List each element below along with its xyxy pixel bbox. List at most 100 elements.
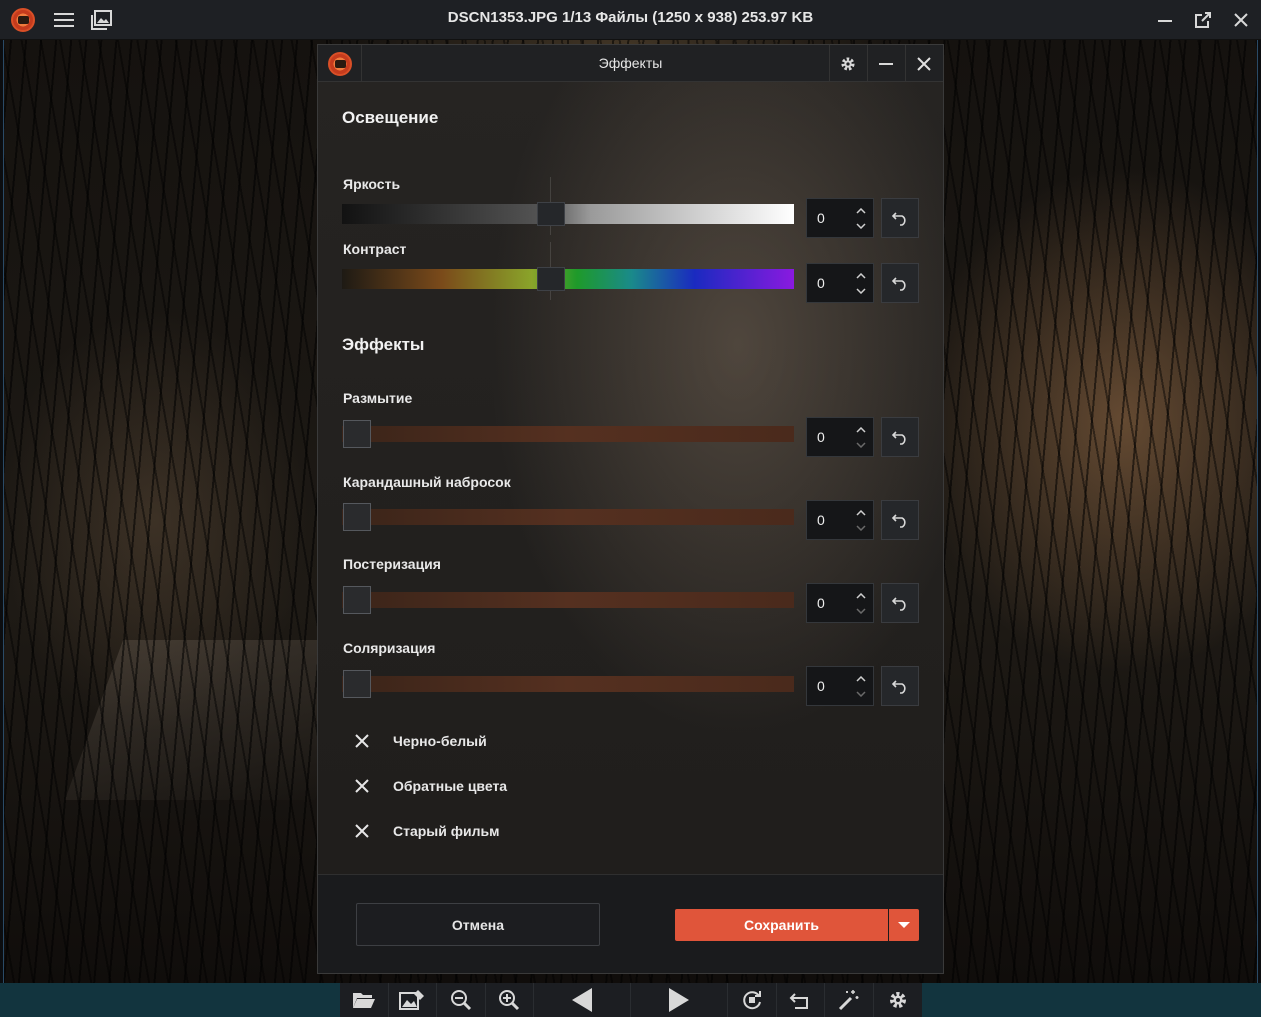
blur-reset-button[interactable]: [881, 417, 919, 457]
menu-button[interactable]: [45, 0, 83, 40]
app-logo: [11, 8, 35, 32]
next-button[interactable]: [631, 983, 728, 1017]
pencil-sketch-reset-button[interactable]: [881, 500, 919, 540]
contrast-slider-thumb[interactable]: [537, 267, 565, 291]
reset-icon: [891, 431, 906, 445]
posterize-value: 0: [817, 595, 825, 611]
solarize-slider-track[interactable]: [342, 676, 794, 692]
increment-icon[interactable]: [855, 673, 867, 685]
black-white-label: Черно-белый: [393, 733, 487, 749]
previous-button[interactable]: [534, 983, 631, 1017]
chevron-down-icon: [898, 922, 910, 928]
blur-value: 0: [817, 429, 825, 445]
undo-button[interactable]: [777, 983, 825, 1017]
brightness-spinbox[interactable]: 0: [806, 198, 874, 238]
dialog-header: Эффекты: [318, 45, 943, 82]
open-external-button[interactable]: [1184, 0, 1222, 40]
dialog-minimize-button[interactable]: [867, 45, 904, 82]
reset-icon: [891, 277, 906, 291]
increment-icon[interactable]: [855, 507, 867, 519]
decrement-icon[interactable]: [855, 285, 867, 297]
open-folder-button[interactable]: [340, 983, 389, 1017]
minimize-button[interactable]: [1146, 0, 1184, 40]
blur-slider-thumb[interactable]: [343, 420, 371, 448]
lighting-section-title: Освещение: [342, 108, 439, 127]
dialog-footer: Отмена Сохранить: [318, 874, 943, 973]
zoom-in-button[interactable]: [486, 983, 534, 1017]
undo-icon: [789, 993, 809, 1009]
contrast-value: 0: [817, 275, 825, 291]
solarize-reset-button[interactable]: [881, 666, 919, 706]
contrast-slider-track[interactable]: [342, 269, 794, 289]
effects-dialog: Эффекты Освещение Яркость 0 Контраст 0 Э…: [317, 44, 944, 974]
black-white-toggle[interactable]: Черно-белый: [346, 726, 487, 756]
blur-label: Размытие: [343, 390, 413, 406]
invert-colors-toggle[interactable]: Обратные цвета: [346, 771, 507, 801]
dialog-settings-button[interactable]: [829, 45, 866, 82]
pencil-sketch-slider-track[interactable]: [342, 509, 794, 525]
increment-icon[interactable]: [855, 424, 867, 436]
pencil-sketch-spinbox[interactable]: 0: [806, 500, 874, 540]
brightness-reset-button[interactable]: [881, 198, 919, 238]
old-film-toggle[interactable]: Старый фильм: [346, 816, 499, 846]
solarize-value: 0: [817, 678, 825, 694]
save-button[interactable]: Сохранить: [675, 909, 888, 941]
posterize-slider-track[interactable]: [342, 592, 794, 608]
contrast-spinbox[interactable]: 0: [806, 263, 874, 303]
unchecked-x-icon: [346, 823, 378, 839]
solarize-slider-thumb[interactable]: [343, 670, 371, 698]
blur-slider-track[interactable]: [342, 426, 794, 442]
settings-icon: [841, 56, 855, 71]
posterize-label: Постеризация: [343, 556, 441, 572]
close-button[interactable]: [1222, 0, 1260, 40]
increment-icon[interactable]: [855, 205, 867, 217]
brightness-value: 0: [817, 210, 825, 226]
decrement-icon[interactable]: [855, 522, 867, 534]
minimize-icon: [879, 62, 893, 65]
magic-wand-icon: [838, 990, 859, 1011]
minimize-icon: [1158, 20, 1172, 22]
gallery-icon: [91, 10, 112, 30]
zoom-out-icon: [450, 990, 471, 1011]
title-bar: DSCN1353.JPG 1/13 Файлы (1250 x 938) 253…: [0, 0, 1261, 40]
brightness-slider-track[interactable]: [342, 204, 794, 224]
decrement-icon[interactable]: [855, 688, 867, 700]
posterize-reset-button[interactable]: [881, 583, 919, 623]
rotate-button[interactable]: [728, 983, 777, 1017]
effects-section-title: Эффекты: [342, 335, 425, 354]
toolbar-settings-button[interactable]: [874, 983, 923, 1017]
brightness-slider-thumb[interactable]: [537, 202, 565, 226]
pencil-sketch-label: Карандашный набросок: [343, 474, 511, 490]
reset-icon: [891, 680, 906, 694]
zoom-out-button[interactable]: [437, 983, 486, 1017]
decrement-icon[interactable]: [855, 605, 867, 617]
unchecked-x-icon: [346, 778, 378, 794]
contrast-reset-button[interactable]: [881, 263, 919, 303]
decrement-icon[interactable]: [855, 220, 867, 232]
window-title: DSCN1353.JPG 1/13 Файлы (1250 x 938) 253…: [447, 9, 814, 26]
image-edit-button[interactable]: [389, 983, 437, 1017]
brightness-label: Яркость: [343, 176, 401, 192]
menu-icon: [54, 13, 74, 27]
posterize-spinbox[interactable]: 0: [806, 583, 874, 623]
gallery-button[interactable]: [83, 0, 121, 40]
decrement-icon[interactable]: [855, 439, 867, 451]
cancel-button[interactable]: Отмена: [356, 903, 600, 946]
pencil-sketch-slider-thumb[interactable]: [343, 503, 371, 531]
next-icon: [669, 988, 689, 1012]
posterize-slider-thumb[interactable]: [343, 586, 371, 614]
magic-wand-button[interactable]: [825, 983, 874, 1017]
blur-spinbox[interactable]: 0: [806, 417, 874, 457]
app-logo-button[interactable]: [4, 0, 42, 40]
solarize-spinbox[interactable]: 0: [806, 666, 874, 706]
increment-icon[interactable]: [855, 270, 867, 282]
increment-icon[interactable]: [855, 590, 867, 602]
reset-icon: [891, 212, 906, 226]
dialog-close-button[interactable]: [905, 45, 942, 82]
rotate-icon: [742, 991, 761, 1010]
open-external-icon: [1195, 12, 1211, 28]
image-edit-icon: [399, 990, 425, 1010]
save-options-button[interactable]: [889, 909, 919, 941]
reset-icon: [891, 597, 906, 611]
old-film-label: Старый фильм: [393, 823, 500, 839]
